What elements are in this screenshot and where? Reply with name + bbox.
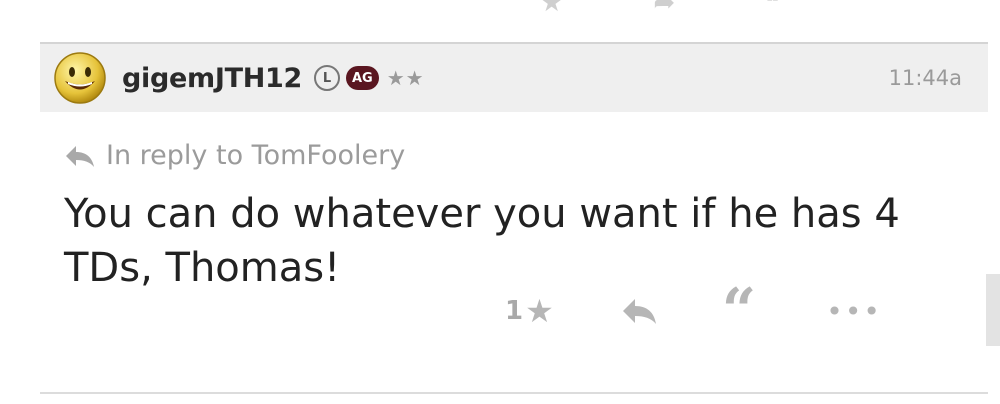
forum-post: gigemJTH12 L AG ★★ 11:44a In reply to To… [40,42,988,295]
reply-icon[interactable] [620,296,658,326]
star-icon[interactable]: ★ [525,292,554,330]
team-badge: AG [346,66,379,90]
quote-icon[interactable]: “ [722,281,757,341]
reply-to-text: In reply to TomFoolery [106,140,406,171]
rank-stars: ★★ [386,66,425,90]
more-icon[interactable]: ••• [826,295,882,328]
post-header: gigemJTH12 L AG ★★ 11:44a [40,42,988,112]
level-badge: L [314,65,340,91]
previous-quote-icon[interactable]: ❝ [765,0,779,18]
reply-arrow-icon [66,145,94,167]
thread-view: ★ ➦ ❝ gigemJTH12 L AG ★★ 11:44a In reply… [0,0,1000,404]
scroll-edge [986,274,1000,346]
previous-star-icon[interactable]: ★ [540,0,563,18]
reply-to-link[interactable]: In reply to TomFoolery [64,140,988,171]
post-divider [40,392,988,394]
post-body: In reply to TomFoolery You can do whatev… [40,140,988,295]
post-timestamp: 11:44a [888,66,962,90]
like-count: 1 [505,296,524,326]
post-actions: 1 ★ “ ••• [505,281,882,341]
smiley-avatar[interactable] [52,50,108,106]
post-message: You can do whatever you want if he has 4… [64,191,900,291]
post-username[interactable]: gigemJTH12 [122,63,302,94]
previous-reply-icon[interactable]: ➦ [653,0,675,18]
previous-post-actions: ★ ➦ ❝ [540,0,779,18]
